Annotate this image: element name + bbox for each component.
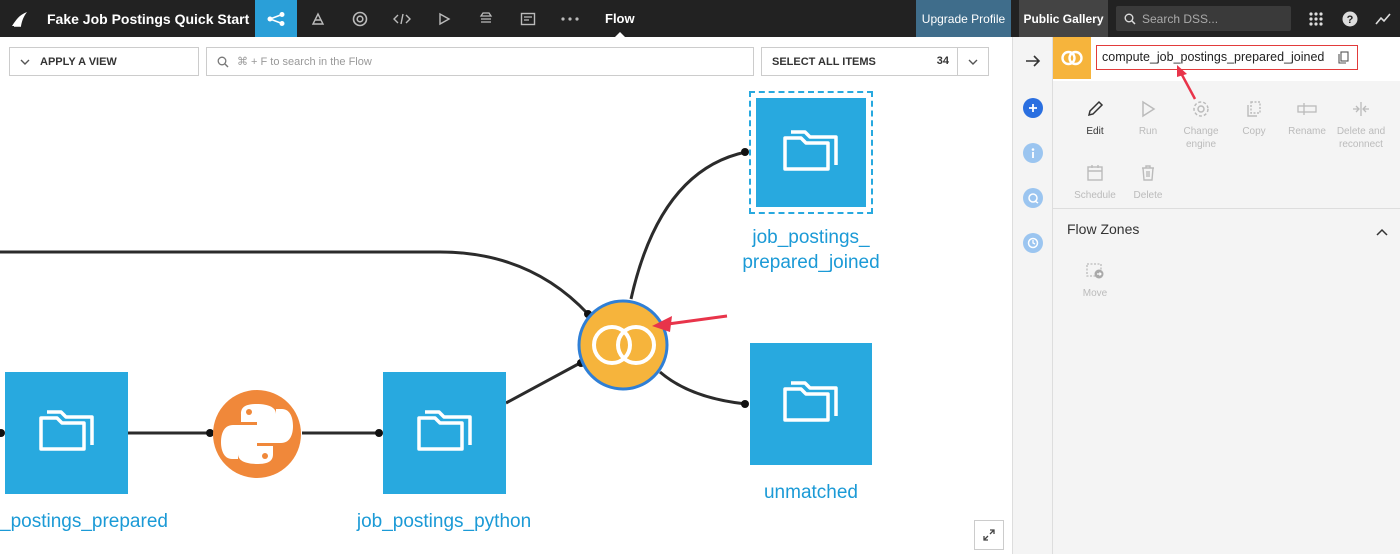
change-engine-action[interactable]: Change engine	[1175, 97, 1227, 151]
dataset-node-unmatched[interactable]	[750, 343, 872, 465]
discussions-icon[interactable]	[1023, 188, 1043, 208]
chevron-up-icon[interactable]	[1376, 223, 1388, 241]
flow-search-input[interactable]	[237, 55, 737, 68]
apps-grid-icon[interactable]	[1301, 0, 1331, 37]
code-nav-icon[interactable]	[381, 0, 423, 37]
change-engine-label-2: engine	[1185, 139, 1217, 150]
delete-reconnect-label-2: reconnect	[1339, 139, 1383, 150]
search-icon	[1124, 13, 1136, 25]
delete-reconnect-action[interactable]: Delete and reconnect	[1334, 97, 1388, 151]
delete-reconnect-icon	[1334, 97, 1388, 121]
lab-nav-icon[interactable]	[297, 0, 339, 37]
prepared-dataset-label[interactable]: _postings_prepared	[0, 509, 168, 534]
joined-label-line1: job_postings_	[752, 227, 870, 248]
copy-name-icon[interactable]	[1338, 51, 1349, 64]
apply-view-label: APPLY A VIEW	[40, 55, 117, 68]
calendar-icon	[1069, 161, 1121, 185]
join-recipe-node	[577, 299, 669, 391]
global-search[interactable]	[1116, 6, 1291, 31]
collapse-panel-arrow-icon[interactable]	[1025, 54, 1041, 73]
folder-icon	[783, 381, 838, 422]
delete-reconnect-label-1: Delete and	[1336, 126, 1386, 137]
annotation-arrow	[667, 314, 728, 326]
schedule-action[interactable]: Schedule	[1069, 161, 1121, 202]
edit-label: Edit	[1086, 126, 1104, 137]
move-label: Move	[1082, 288, 1108, 299]
right-panel-strip	[1012, 37, 1053, 554]
project-title[interactable]: Fake Job Postings Quick Start	[47, 11, 255, 27]
select-all-items-button[interactable]: SELECT ALL ITEMS 34	[761, 47, 958, 76]
more-nav-icon[interactable]	[549, 0, 591, 37]
run-nav-icon[interactable]	[423, 0, 465, 37]
play-icon	[1122, 97, 1174, 121]
python-dataset-label[interactable]: job_postings_python	[340, 509, 548, 534]
global-search-input[interactable]	[1142, 11, 1282, 26]
edit-action[interactable]: Edit	[1069, 97, 1121, 138]
timeline-clock-icon[interactable]	[1023, 233, 1043, 253]
search-icon	[217, 56, 229, 67]
recipe-name: compute_job_postings_prepared_joined	[1102, 50, 1325, 64]
flow-search-box[interactable]	[206, 47, 754, 76]
change-engine-label-1: Change	[1183, 126, 1219, 137]
folder-icon	[416, 410, 472, 451]
copy-icon	[1228, 97, 1280, 121]
join-recipe-badge-icon	[1053, 37, 1091, 79]
folder-icon	[783, 129, 838, 171]
activity-trend-icon[interactable]	[1368, 0, 1398, 37]
move-zone-icon	[1069, 259, 1121, 283]
joined-dataset-label[interactable]: job_postings_ prepared_joined	[720, 225, 902, 275]
flow-zones-title[interactable]: Flow Zones	[1067, 221, 1139, 237]
pencil-icon	[1069, 97, 1121, 121]
copy-label: Copy	[1242, 126, 1266, 137]
chevron-down-icon	[20, 59, 30, 65]
apply-view-dropdown[interactable]: APPLY A VIEW	[9, 47, 199, 76]
panel-divider	[1053, 208, 1400, 209]
select-all-label: SELECT ALL ITEMS	[772, 55, 876, 68]
folder-icon	[38, 410, 94, 451]
copy-action[interactable]: Copy	[1228, 97, 1280, 138]
fullscreen-button[interactable]	[974, 520, 1004, 550]
select-options-dropdown[interactable]	[957, 47, 989, 76]
unmatched-dataset-label[interactable]: unmatched	[731, 480, 891, 505]
chevron-down-icon	[968, 59, 978, 65]
item-count: 34	[936, 55, 949, 67]
add-icon[interactable]	[1023, 98, 1043, 118]
rename-icon	[1281, 97, 1333, 121]
run-action[interactable]: Run	[1122, 97, 1174, 138]
rename-action[interactable]: Rename	[1281, 97, 1333, 138]
edge-python-to-join	[505, 360, 583, 405]
expand-icon	[983, 529, 995, 541]
deploy-nav-icon[interactable]	[465, 0, 507, 37]
trash-icon	[1122, 161, 1174, 185]
rename-label: Rename	[1288, 126, 1326, 137]
help-ring-nav-icon[interactable]	[339, 0, 381, 37]
joined-label-line2: prepared_joined	[742, 252, 880, 273]
public-gallery-button[interactable]: Public Gallery	[1019, 0, 1108, 37]
recipe-details-panel: compute_job_postings_prepared_joined Edi…	[1053, 37, 1400, 554]
active-section-label: Flow	[605, 0, 635, 37]
dataiku-logo-icon[interactable]	[0, 0, 40, 37]
schedule-label: Schedule	[1074, 190, 1116, 201]
svg-text:?: ?	[1347, 14, 1354, 26]
flow-nav-icon[interactable]	[255, 0, 297, 37]
help-icon[interactable]: ?	[1335, 0, 1365, 37]
dashboard-nav-icon[interactable]	[507, 0, 549, 37]
panel-header: compute_job_postings_prepared_joined	[1053, 37, 1400, 100]
top-bar: Fake Job Postings Quick Start Flow Upgra…	[0, 0, 1400, 37]
dataset-node-python[interactable]	[383, 372, 506, 494]
python-recipe-node	[213, 390, 301, 478]
upgrade-profile-button[interactable]: Upgrade Profile	[916, 0, 1011, 37]
dataset-node-prepared[interactable]	[5, 372, 128, 494]
recipe-name-highlight[interactable]: compute_job_postings_prepared_joined	[1096, 45, 1358, 70]
delete-action[interactable]: Delete	[1122, 161, 1174, 202]
move-to-zone-action[interactable]: Move	[1069, 259, 1121, 300]
gear-icon	[1175, 97, 1227, 121]
edge-join-to-unmatched	[659, 370, 747, 406]
info-icon[interactable]	[1023, 143, 1043, 163]
delete-label: Delete	[1133, 190, 1163, 201]
edge-upstream-to-join	[0, 250, 590, 316]
dataset-node-joined[interactable]	[756, 98, 866, 207]
run-label: Run	[1138, 126, 1158, 137]
